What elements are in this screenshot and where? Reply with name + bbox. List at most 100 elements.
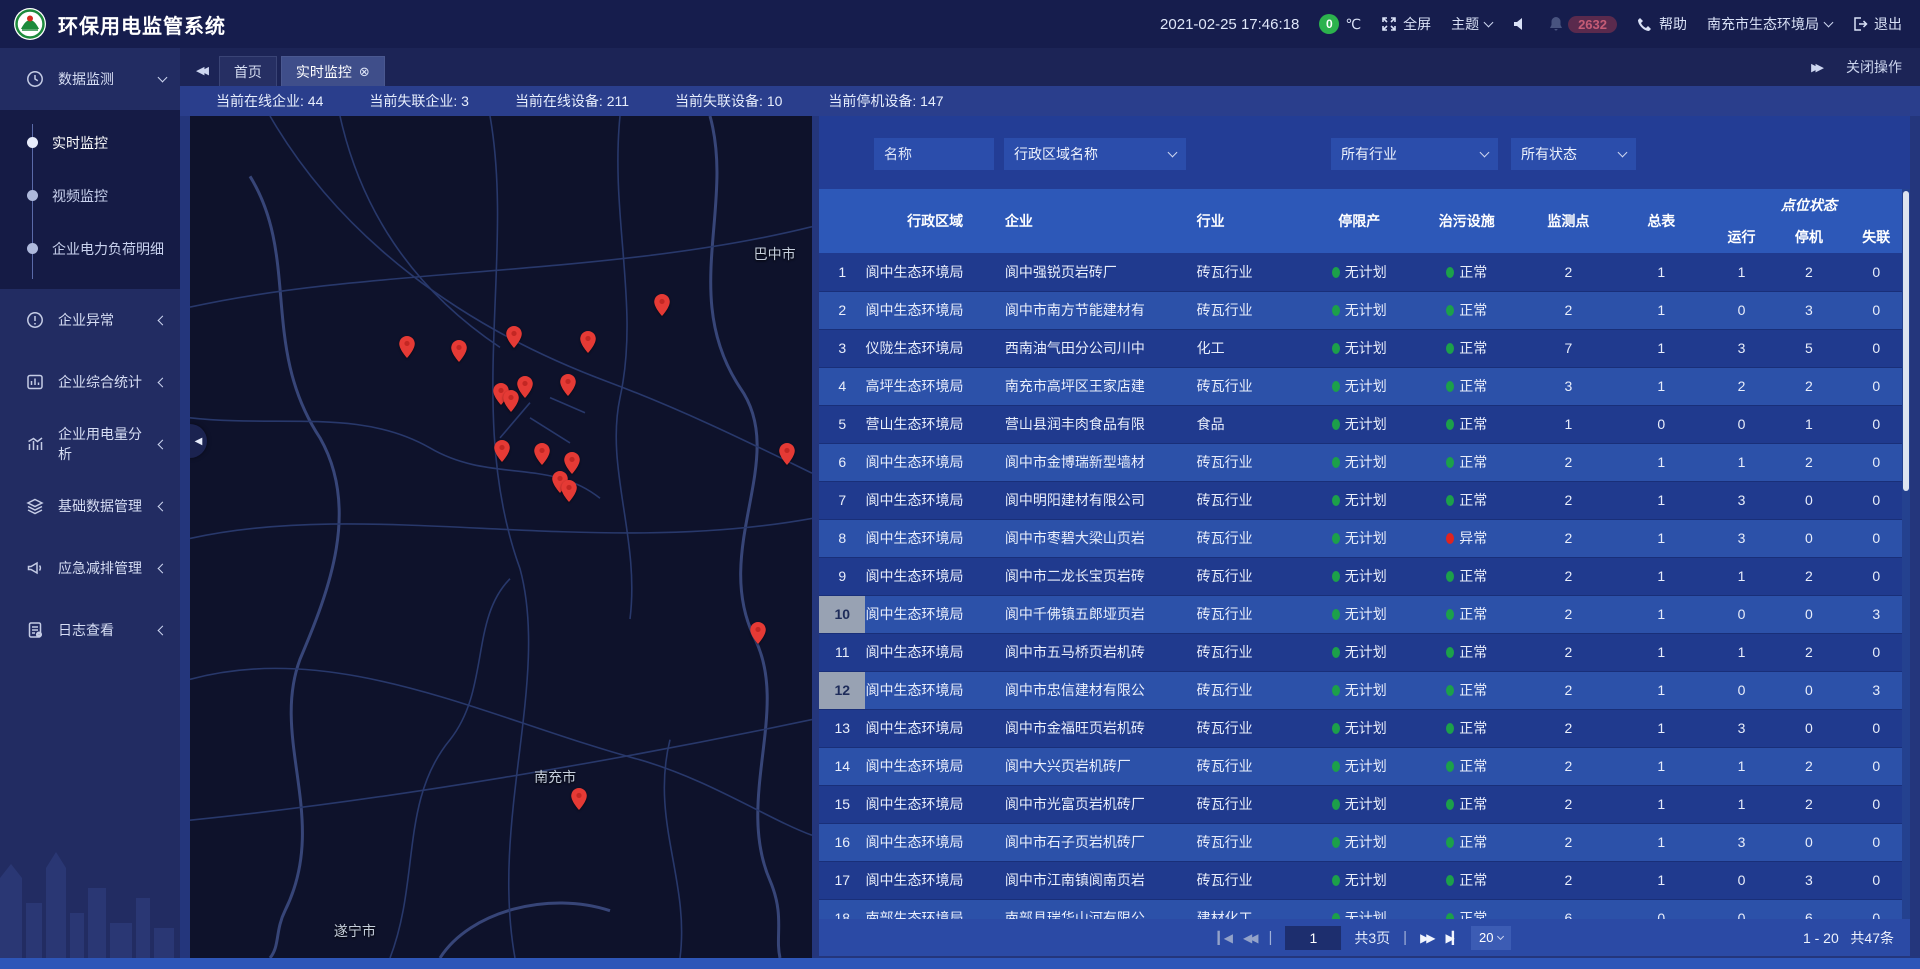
tabs-scroll-right-button[interactable]: ▶▶: [1811, 61, 1820, 74]
map-pin-icon[interactable]: [654, 294, 670, 316]
map-pin-icon[interactable]: [451, 340, 467, 362]
industry-filter-select[interactable]: 所有行业: [1331, 138, 1498, 170]
cell-company: 阆中市光富页岩机砖厂: [1005, 785, 1197, 823]
table-row[interactable]: 14阆中生态环境局阆中大兴页岩机砖厂砖瓦行业无计划正常21120: [819, 747, 1910, 785]
status-dot-icon: [1446, 647, 1454, 658]
table-row[interactable]: 4高坪生态环境局南充市高坪区王家店建砖瓦行业无计划正常31220: [819, 367, 1910, 405]
sidebar-item-应急减排管理[interactable]: 应急减排管理: [0, 537, 180, 599]
map-pin-icon[interactable]: [494, 440, 510, 462]
region-filter-value: 行政区域名称: [1014, 144, 1098, 164]
sidebar-subitem-企业电力负荷明细[interactable]: 企业电力负荷明细: [0, 222, 180, 275]
name-filter-field[interactable]: [874, 138, 994, 170]
cell-facility-status: 正常: [1412, 253, 1522, 291]
filter-bar: 行政区域名称 所有行业 所有状态: [874, 138, 1910, 170]
map-pin-icon[interactable]: [534, 443, 550, 465]
map-pin-icon[interactable]: [571, 788, 587, 810]
cell-total-meter: 1: [1615, 595, 1708, 633]
table-row[interactable]: 11阆中生态环境局阆中市五马桥页岩机砖砖瓦行业无计划正常21120: [819, 633, 1910, 671]
table-header: 行政区域 企业 行业 停限产 治污设施 监测点 总表 点位状态: [819, 189, 1910, 253]
cell-lost-count: 0: [1843, 823, 1910, 861]
map-panel[interactable]: 巴中市南充市遂宁市 ◀: [190, 116, 812, 958]
name-filter-input[interactable]: [884, 146, 984, 162]
help-button[interactable]: 帮助: [1637, 14, 1687, 34]
notification-area[interactable]: 2632: [1548, 16, 1617, 33]
map-pin-icon[interactable]: [580, 331, 596, 353]
phone-icon: [1637, 16, 1653, 32]
tabs-scroll-left-button[interactable]: ◀◀: [196, 64, 205, 77]
logout-button[interactable]: 退出: [1852, 14, 1902, 34]
table-row[interactable]: 8阆中生态环境局阆中市枣碧大梁山页岩砖瓦行业无计划异常21300: [819, 519, 1910, 557]
map-pin-icon[interactable]: [561, 480, 577, 502]
status-filter-select[interactable]: 所有状态: [1511, 138, 1636, 170]
sidebar-subitem-视频监控[interactable]: 视频监控: [0, 169, 180, 222]
theme-dropdown[interactable]: 主题: [1451, 14, 1492, 34]
table-row[interactable]: 9阆中生态环境局阆中市二龙长宝页岩砖砖瓦行业无计划正常21120: [819, 557, 1910, 595]
cell-num: 3: [819, 329, 865, 367]
cell-run-count: 0: [1708, 899, 1775, 919]
col-run: 运行: [1708, 221, 1775, 253]
page-size-select[interactable]: 20: [1471, 926, 1511, 950]
region-filter-select[interactable]: 行政区域名称: [1004, 138, 1186, 170]
tab-首页[interactable]: 首页: [219, 56, 277, 86]
cell-halt-count: 1: [1775, 405, 1842, 443]
tab-实时监控[interactable]: 实时监控⊗: [281, 56, 385, 86]
table-row[interactable]: 6阆中生态环境局阆中市金博瑞新型墙材砖瓦行业无计划正常21120: [819, 443, 1910, 481]
tab-close-icon[interactable]: ⊗: [359, 64, 370, 80]
cell-facility-status: 正常: [1412, 405, 1522, 443]
first-page-button[interactable]: ▎◀: [1218, 931, 1230, 945]
sidebar-item-企业用电量分析[interactable]: 企业用电量分析: [0, 413, 180, 475]
table-scrollbar-thumb[interactable]: [1903, 191, 1909, 491]
map-pin-icon[interactable]: [506, 326, 522, 348]
table-row[interactable]: 2阆中生态环境局阆中市南方节能建材有砖瓦行业无计划正常21030: [819, 291, 1910, 329]
close-operations-button[interactable]: 关闭操作: [1846, 57, 1902, 77]
mute-button[interactable]: [1512, 16, 1528, 32]
sidebar-subitem-实时监控[interactable]: 实时监控: [0, 116, 180, 169]
cell-monitor-count: 2: [1522, 519, 1615, 557]
layers-icon: [26, 497, 44, 515]
col-industry: 行业: [1197, 189, 1307, 253]
cell-num: 2: [819, 291, 865, 329]
cell-stop-status: 无计划: [1307, 823, 1412, 861]
cell-run-count: 3: [1708, 481, 1775, 519]
sidebar-item-企业综合统计[interactable]: 企业综合统计: [0, 351, 180, 413]
table-row[interactable]: 17阆中生态环境局阆中市江南镇阆南页岩砖瓦行业无计划正常21030: [819, 861, 1910, 899]
table-row[interactable]: 18南部生态环境局南部县瑞华山河有限公建材化工无计划正常60060: [819, 899, 1910, 919]
cell-industry: 砖瓦行业: [1197, 747, 1307, 785]
last-page-button[interactable]: ▶▎: [1446, 931, 1458, 945]
table-row[interactable]: 7阆中生态环境局阆中明阳建材有限公司砖瓦行业无计划正常21300: [819, 481, 1910, 519]
page-number-input[interactable]: [1285, 926, 1341, 950]
sidebar-item-基础数据管理[interactable]: 基础数据管理: [0, 475, 180, 537]
cell-halt-count: 3: [1775, 291, 1842, 329]
fullscreen-button[interactable]: 全屏: [1381, 14, 1431, 34]
map-pin-icon[interactable]: [779, 443, 795, 465]
status-dot-icon: [1446, 533, 1454, 544]
prev-page-button[interactable]: ◀◀: [1243, 931, 1255, 945]
table-row[interactable]: 5营山生态环境局营山县润丰肉食品有限食品无计划正常10010: [819, 405, 1910, 443]
table-row[interactable]: 12阆中生态环境局阆中市忠信建材有限公砖瓦行业无计划正常21003: [819, 671, 1910, 709]
sidebar-item-日志查看[interactable]: 日志查看: [0, 599, 180, 661]
map-pin-icon[interactable]: [517, 376, 533, 398]
alert-icon: [26, 311, 44, 329]
org-dropdown[interactable]: 南充市生态环境局: [1707, 14, 1832, 34]
sidebar-item-数据监测[interactable]: 数据监测: [0, 48, 180, 110]
map-pin-icon[interactable]: [560, 374, 576, 396]
sidebar-item-label: 企业异常: [58, 310, 145, 330]
cell-lost-count: 0: [1843, 367, 1910, 405]
stat-当前在线设备: 当前在线设备: 211: [515, 91, 629, 111]
table-row[interactable]: 10阆中生态环境局阆中千佛镇五郎垭页岩砖瓦行业无计划正常21003: [819, 595, 1910, 633]
cell-num: 8: [819, 519, 865, 557]
table-row[interactable]: 16阆中生态环境局阆中市石子页岩机砖厂砖瓦行业无计划正常21300: [819, 823, 1910, 861]
table-row[interactable]: 1阆中生态环境局阆中强锐页岩砖厂砖瓦行业无计划正常21120: [819, 253, 1910, 291]
table-row[interactable]: 13阆中生态环境局阆中市金福旺页岩机砖砖瓦行业无计划正常21300: [819, 709, 1910, 747]
sidebar-item-企业异常[interactable]: 企业异常: [0, 289, 180, 351]
next-page-button[interactable]: ▶▶: [1420, 931, 1432, 945]
map-pin-icon[interactable]: [750, 622, 766, 644]
cell-region: 阆中生态环境局: [865, 823, 1004, 861]
status-dot-icon: [1446, 305, 1454, 316]
cell-monitor-count: 2: [1522, 253, 1615, 291]
map-pin-icon[interactable]: [399, 336, 415, 358]
table-row[interactable]: 15阆中生态环境局阆中市光富页岩机砖厂砖瓦行业无计划正常21120: [819, 785, 1910, 823]
cell-halt-count: 0: [1775, 481, 1842, 519]
table-row[interactable]: 3仪陇生态环境局西南油气田分公司川中化工无计划正常71350: [819, 329, 1910, 367]
cell-facility-status: 正常: [1412, 367, 1522, 405]
